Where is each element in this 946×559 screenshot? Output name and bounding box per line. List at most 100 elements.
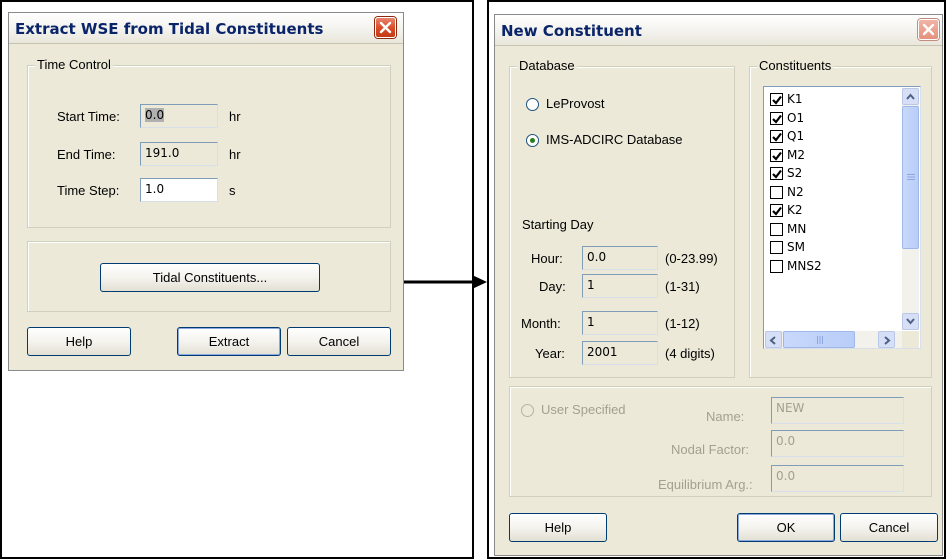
chevron-down-icon bbox=[906, 318, 915, 325]
constituent-item[interactable]: MNS2 bbox=[770, 258, 895, 276]
close-x-icon bbox=[922, 23, 935, 36]
time-step-input[interactable]: 1.0 bbox=[140, 178, 218, 202]
vertical-scroll-thumb[interactable] bbox=[902, 106, 919, 249]
end-time-field[interactable]: 191.0 bbox=[140, 142, 218, 166]
year-label: Year: bbox=[535, 346, 565, 361]
scroll-up-button[interactable] bbox=[902, 88, 919, 105]
constituent-checkbox[interactable] bbox=[770, 130, 783, 143]
equilibrium-arg-value: 0.0 bbox=[776, 469, 796, 483]
month-range: (1-12) bbox=[665, 316, 700, 331]
constituent-checkbox[interactable] bbox=[770, 111, 783, 125]
constituent-name: M2 bbox=[787, 147, 805, 162]
extract-dialog-titlebar[interactable]: Extract WSE from Tidal Constituents bbox=[9, 13, 403, 44]
constituent-dialog-close-button[interactable] bbox=[918, 19, 939, 40]
extract-dialog-close-button[interactable] bbox=[375, 17, 396, 38]
constituent-item[interactable]: SM bbox=[770, 239, 895, 257]
user-specified-radio[interactable] bbox=[521, 404, 534, 417]
constituent-checkbox[interactable] bbox=[770, 222, 783, 236]
chevron-up-icon bbox=[906, 93, 915, 100]
nodal-factor-field[interactable]: 0.0 bbox=[771, 430, 904, 457]
extract-help-button[interactable]: Help bbox=[27, 327, 131, 356]
leprovost-radio[interactable] bbox=[526, 98, 539, 111]
end-time-label: End Time: bbox=[57, 147, 116, 162]
constituent-name: Q1 bbox=[787, 129, 805, 143]
grip-icon bbox=[817, 336, 823, 344]
starting-day-label: Starting Day bbox=[522, 217, 594, 232]
database-legend: Database bbox=[517, 58, 577, 73]
extract-wse-dialog: Extract WSE from Tidal Constituents Time… bbox=[8, 12, 404, 371]
end-time-unit: hr bbox=[229, 147, 241, 162]
constituent-checkbox[interactable] bbox=[770, 148, 783, 162]
constituent-checkbox[interactable] bbox=[770, 241, 783, 254]
ims-adcirc-radio-label[interactable]: IMS-ADCIRC Database bbox=[546, 132, 683, 147]
name-field[interactable]: NEW bbox=[771, 397, 904, 424]
start-time-label: Start Time: bbox=[57, 109, 120, 124]
checkmark-icon bbox=[772, 206, 782, 216]
day-value: 1 bbox=[587, 278, 595, 292]
constituent-item[interactable]: O1 bbox=[770, 110, 895, 128]
checkmark-icon bbox=[772, 132, 782, 142]
user-specified-label: User Specified bbox=[541, 402, 626, 417]
extract-cancel-button[interactable]: Cancel bbox=[287, 327, 391, 356]
constituent-item[interactable]: N2 bbox=[770, 184, 895, 202]
hour-range: (0-23.99) bbox=[665, 251, 718, 266]
extract-button[interactable]: Extract bbox=[177, 327, 281, 356]
constituent-name: S2 bbox=[787, 166, 803, 180]
hour-field[interactable]: 0.0 bbox=[582, 246, 658, 270]
year-range: (4 digits) bbox=[665, 346, 715, 361]
constituent-name: SM bbox=[787, 240, 805, 254]
year-field[interactable]: 2001 bbox=[582, 341, 658, 365]
grip-icon bbox=[907, 174, 915, 180]
ims-adcirc-radio[interactable] bbox=[526, 134, 539, 147]
constituents-legend: Constituents bbox=[757, 58, 834, 73]
scroll-left-button[interactable] bbox=[765, 331, 782, 348]
constituent-dialog-title: New Constituent bbox=[501, 22, 642, 40]
constituent-cancel-button[interactable]: Cancel bbox=[840, 513, 938, 542]
scroll-down-button[interactable] bbox=[902, 313, 919, 330]
scrollbar-corner bbox=[902, 331, 919, 348]
year-value: 2001 bbox=[587, 345, 618, 359]
constituent-name: MN bbox=[787, 221, 807, 236]
constituent-checkbox[interactable] bbox=[770, 185, 783, 199]
constituent-name: K2 bbox=[787, 203, 803, 217]
time-step-unit: s bbox=[229, 183, 236, 198]
time-control-legend: Time Control bbox=[35, 57, 113, 72]
day-label: Day: bbox=[539, 279, 566, 294]
checkmark-icon bbox=[772, 95, 782, 105]
start-time-value: 0.0 bbox=[145, 108, 165, 122]
new-constituent-dialog: New Constituent Database LeProvost IMS-A… bbox=[494, 14, 943, 556]
name-value: NEW bbox=[776, 401, 805, 415]
constituent-item[interactable]: MN bbox=[770, 221, 895, 239]
scroll-right-button[interactable] bbox=[878, 331, 895, 348]
constituent-name: MNS2 bbox=[787, 258, 822, 273]
constituent-item[interactable]: K1 bbox=[770, 91, 895, 109]
chevron-right-icon bbox=[884, 336, 891, 345]
constituent-help-button[interactable]: Help bbox=[509, 513, 607, 542]
horizontal-scroll-thumb[interactable] bbox=[783, 331, 855, 348]
nodal-factor-value: 0.0 bbox=[776, 434, 796, 448]
month-label: Month: bbox=[521, 316, 561, 331]
start-time-field[interactable]: 0.0 bbox=[140, 104, 218, 128]
day-field[interactable]: 1 bbox=[582, 274, 658, 298]
day-range: (1-31) bbox=[665, 279, 700, 294]
month-field[interactable]: 1 bbox=[582, 311, 658, 335]
close-x-icon bbox=[379, 21, 392, 34]
leprovost-radio-label[interactable]: LeProvost bbox=[546, 96, 605, 111]
ok-button[interactable]: OK bbox=[737, 513, 835, 542]
constituent-item[interactable]: S2 bbox=[770, 165, 895, 183]
equilibrium-arg-label: Equilibrium Arg.: bbox=[658, 477, 753, 492]
constituent-item[interactable]: K2 bbox=[770, 202, 895, 220]
time-step-value: 1.0 bbox=[145, 182, 165, 196]
constituent-checkbox[interactable] bbox=[770, 259, 783, 273]
constituent-checkbox[interactable] bbox=[770, 93, 783, 106]
constituent-checkbox[interactable] bbox=[770, 167, 783, 180]
time-step-label: Time Step: bbox=[57, 183, 120, 198]
constituent-checkbox[interactable] bbox=[770, 204, 783, 217]
constituent-item[interactable]: Q1 bbox=[770, 128, 895, 146]
tidal-constituents-button[interactable]: Tidal Constituents... bbox=[100, 263, 320, 292]
equilibrium-arg-field[interactable]: 0.0 bbox=[771, 465, 904, 492]
constituent-item[interactable]: M2 bbox=[770, 147, 895, 165]
constituents-list[interactable]: K1 O1 Q1 M2 S2 N2 K2 MN SM MNS2 bbox=[763, 86, 921, 349]
hour-label: Hour: bbox=[531, 251, 563, 266]
constituent-dialog-titlebar[interactable]: New Constituent bbox=[495, 15, 942, 46]
